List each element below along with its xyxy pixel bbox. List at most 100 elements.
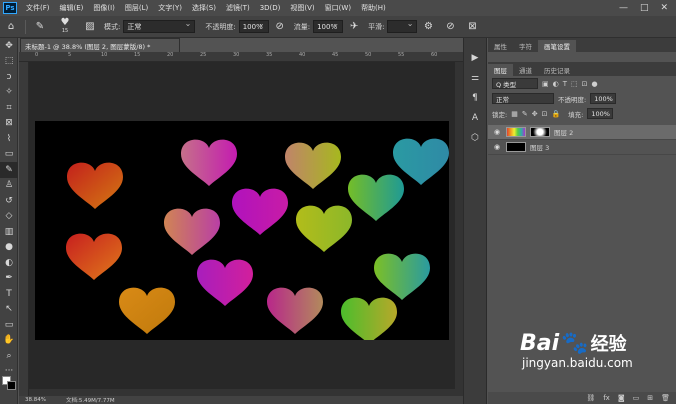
character-icon[interactable]: A <box>464 108 486 128</box>
new-layer-icon[interactable]: ⊞ <box>647 394 653 402</box>
window-controls: — □ ✕ <box>619 3 676 13</box>
smooth-input[interactable] <box>387 19 418 33</box>
blend-mode-select[interactable]: 正常 <box>492 93 554 104</box>
layer-style-icon[interactable]: fx <box>603 394 610 402</box>
brush-tool-icon[interactable]: ✎ <box>33 20 47 34</box>
marquee-tool-icon[interactable]: ⬚ <box>0 54 18 70</box>
gradient-icon[interactable]: ▥ <box>0 224 18 240</box>
delete-layer-icon[interactable]: 🗑 <box>661 394 670 402</box>
tab-brush-settings[interactable]: 画笔设置 <box>538 40 576 52</box>
cube-icon[interactable]: ⬡ <box>464 128 486 148</box>
zoom-level[interactable]: 38.84% <box>25 397 46 403</box>
layer-mask-thumbnail[interactable] <box>530 127 550 137</box>
brush-tool-icon-left[interactable]: ✎ <box>0 162 18 178</box>
layer-name: 图层 2 <box>554 129 574 137</box>
fill-input[interactable]: 100% <box>587 108 614 119</box>
type-tool-icon[interactable]: T <box>0 286 18 302</box>
history-brush-icon[interactable]: ↺ <box>0 193 18 209</box>
play-icon[interactable]: ▶ <box>464 48 486 68</box>
menu-type[interactable]: 文字(Y) <box>153 3 187 13</box>
menu-help[interactable]: 帮助(H) <box>356 3 391 13</box>
shape-tool-icon[interactable]: ▭ <box>0 317 18 333</box>
filter-toggle-icon[interactable]: ● <box>592 80 598 88</box>
vertical-scrollbar[interactable] <box>455 62 463 389</box>
clone-stamp-icon[interactable]: ♙ <box>0 178 18 194</box>
background-color-swatch[interactable] <box>7 381 16 390</box>
paragraph-icon[interactable]: ¶ <box>464 88 486 108</box>
link-layers-icon[interactable]: ⛓ <box>586 394 595 402</box>
filter-smart-icon[interactable]: ⊡ <box>582 80 588 88</box>
mode-select[interactable]: 正常 <box>123 19 196 33</box>
filter-pixel-icon[interactable]: ▣ <box>542 80 549 88</box>
menu-select[interactable]: 选择(S) <box>187 3 221 13</box>
dodge-tool-icon[interactable]: ◐ <box>0 255 18 271</box>
lasso-tool-icon[interactable]: ↄ <box>0 69 18 85</box>
crop-tool-icon[interactable]: ⌗ <box>0 100 18 116</box>
menu-filter[interactable]: 滤镜(T) <box>221 3 255 13</box>
adjustments-icon[interactable]: ⚌ <box>464 68 486 88</box>
tab-properties[interactable]: 属性 <box>488 40 513 52</box>
eyedropper-icon[interactable]: ⌇ <box>0 131 18 147</box>
flow-input[interactable]: 100% <box>313 19 344 33</box>
frame-tool-icon[interactable]: ⊠ <box>0 116 18 132</box>
tab-character[interactable]: 字符 <box>513 40 538 52</box>
lock-paint-icon[interactable]: ✎ <box>522 110 528 118</box>
menu-view[interactable]: 视图(V) <box>285 3 319 13</box>
magic-wand-icon[interactable]: ✧ <box>0 85 18 101</box>
menu-edit[interactable]: 编辑(E) <box>55 3 89 13</box>
hand-tool-icon[interactable]: ✋ <box>0 333 18 349</box>
pressure-opacity-icon[interactable]: ⊘ <box>273 20 287 34</box>
symmetry-icon[interactable]: ⊠ <box>465 20 479 34</box>
visibility-eye-icon[interactable]: ◉ <box>492 128 502 136</box>
ruler-vertical <box>19 62 29 398</box>
pen-tool-icon[interactable]: ✒ <box>0 271 18 287</box>
airbrush-icon[interactable]: ✈ <box>347 20 361 34</box>
move-tool-icon[interactable]: ✥ <box>0 38 18 54</box>
blur-tool-icon[interactable]: ● <box>0 240 18 256</box>
document-tab[interactable]: 未标题-1 @ 38.8% (图层 2, 图层蒙版/8) * <box>20 38 180 52</box>
opacity-input[interactable]: 100% <box>238 19 269 33</box>
lock-artboard-icon[interactable]: ⊡ <box>542 110 548 118</box>
menu-window[interactable]: 窗口(W) <box>320 3 356 13</box>
filter-adjustment-icon[interactable]: ◐ <box>553 80 559 88</box>
menu-file[interactable]: 文件(F) <box>21 3 55 13</box>
minimize-button[interactable]: — <box>619 3 628 13</box>
menu-layer[interactable]: 图层(L) <box>120 3 153 13</box>
watermark-url: jingyan.baidu.com <box>522 356 633 370</box>
visibility-eye-icon[interactable]: ◉ <box>492 143 502 151</box>
layer-opacity-input[interactable]: 100% <box>590 93 617 104</box>
maximize-button[interactable]: □ <box>640 3 649 13</box>
gear-icon[interactable]: ⚙ <box>421 20 435 34</box>
menu-image[interactable]: 图像(I) <box>88 3 120 13</box>
new-group-icon[interactable]: ▭ <box>633 394 640 402</box>
heart-shape <box>348 174 404 221</box>
healing-brush-icon[interactable]: ▭ <box>0 147 18 163</box>
lock-move-icon[interactable]: ✥ <box>532 110 538 118</box>
tab-history[interactable]: 历史记录 <box>538 64 576 76</box>
path-select-icon[interactable]: ↖ <box>0 302 18 318</box>
add-mask-icon[interactable]: ◙ <box>618 394 625 402</box>
home-icon[interactable]: ⌂ <box>4 20 18 34</box>
lock-transparent-icon[interactable]: ▦ <box>511 110 518 118</box>
tab-layers[interactable]: 图层 <box>488 64 513 76</box>
filter-shape-icon[interactable]: ⬚ <box>571 80 578 88</box>
status-bar: 38.84% 文档:5.49M/7.77M <box>19 396 463 404</box>
layer-row[interactable]: ◉ 图层 3 <box>488 140 676 155</box>
heart-shape <box>119 287 175 334</box>
lock-all-icon[interactable]: 🔒 <box>551 110 560 118</box>
layer-filter-select[interactable]: Q 类型 <box>492 78 538 89</box>
layer-row[interactable]: ◉ 图层 2 <box>488 125 676 140</box>
eraser-icon[interactable]: ◇ <box>0 209 18 225</box>
filter-type-icon[interactable]: T <box>563 80 567 88</box>
horizontal-scrollbar[interactable] <box>29 389 463 396</box>
brush-preset-icon[interactable]: ♥ 15 <box>55 17 75 34</box>
pressure-size-icon[interactable]: ⊘ <box>443 20 457 34</box>
tab-channels[interactable]: 通道 <box>513 64 538 76</box>
layer-panel-tabs: 图层 通道 历史记录 <box>488 62 676 76</box>
zoom-tool-icon[interactable]: ⌕ <box>0 348 18 364</box>
close-button[interactable]: ✕ <box>660 3 668 13</box>
blend-row: 正常 不透明度: 100% <box>488 91 676 106</box>
brush-settings-icon[interactable]: ▨ <box>83 20 97 34</box>
menu-3d[interactable]: 3D(D) <box>255 4 286 12</box>
image-canvas[interactable] <box>35 121 449 344</box>
